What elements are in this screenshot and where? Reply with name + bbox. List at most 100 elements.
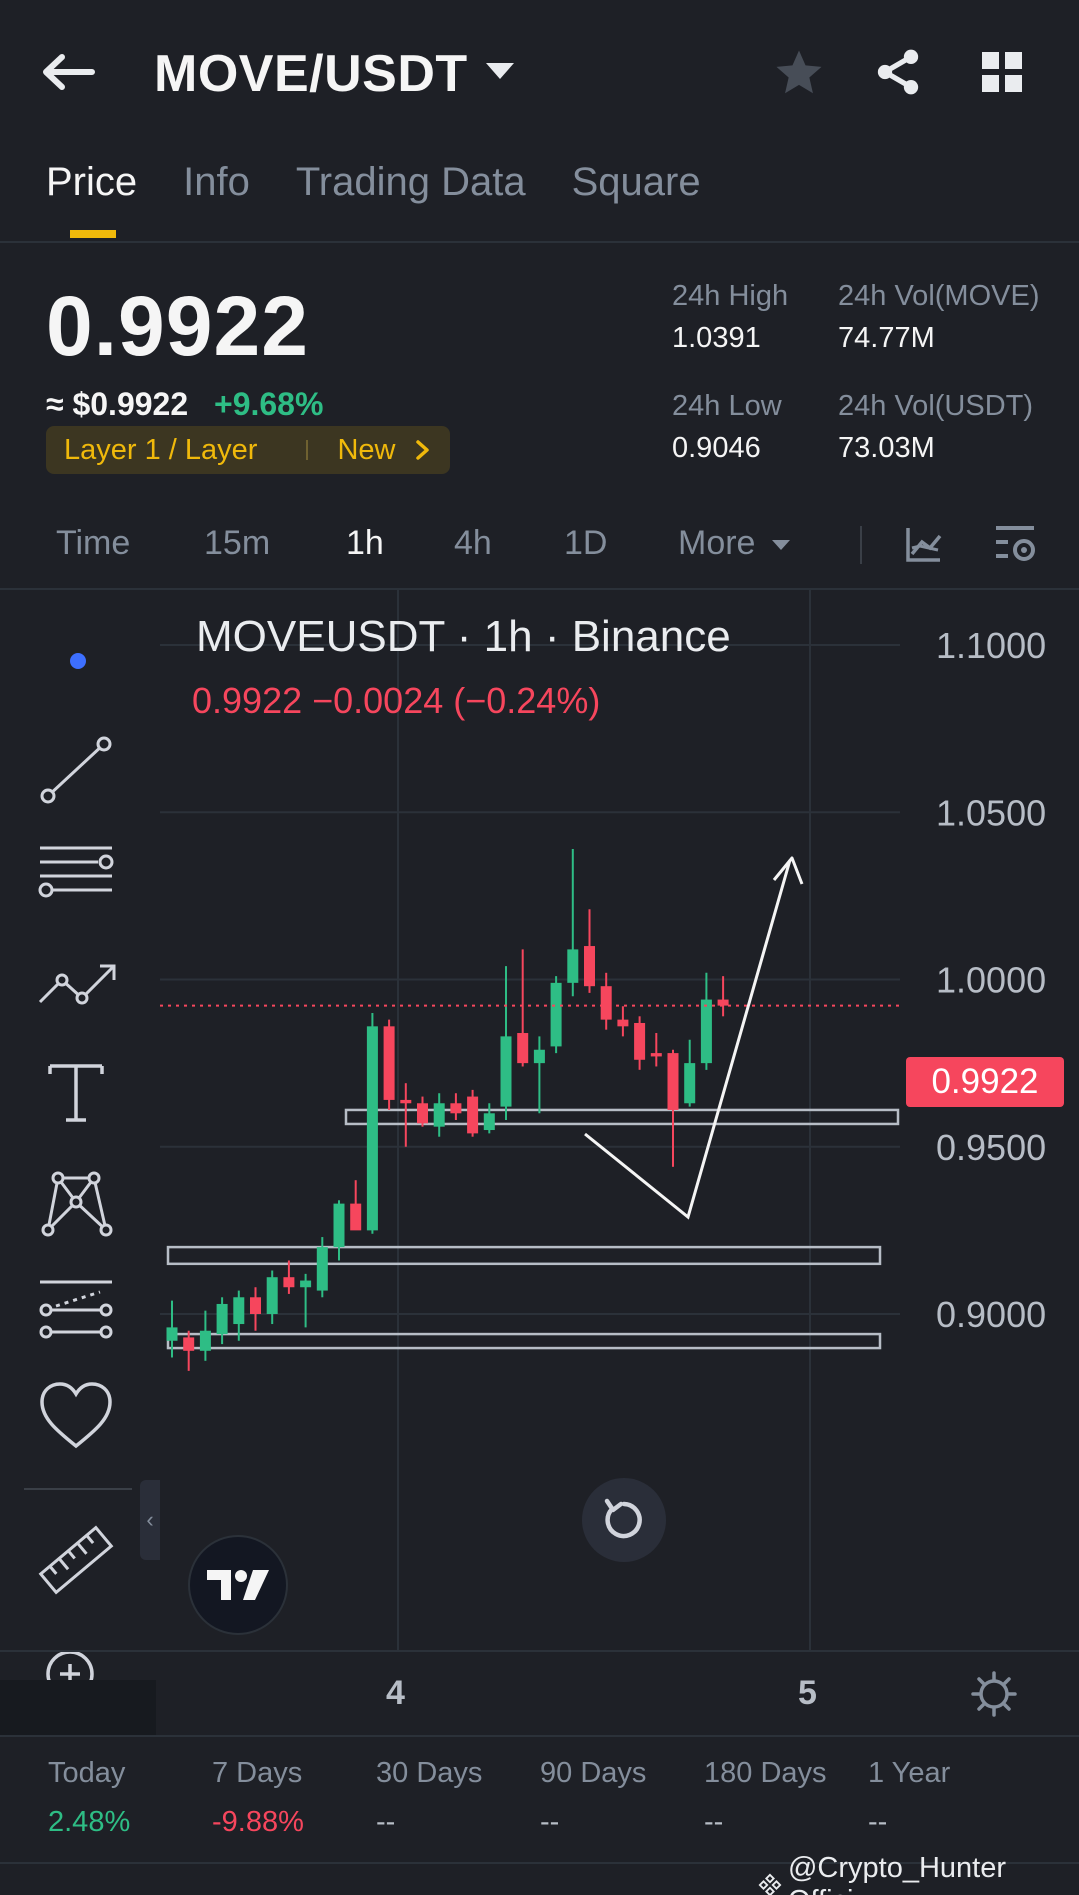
candle-body bbox=[500, 1036, 512, 1107]
candle-body bbox=[634, 1022, 646, 1060]
tab-info[interactable]: Info bbox=[183, 160, 250, 240]
chart-settings-icon[interactable] bbox=[994, 522, 1038, 566]
candle-body bbox=[233, 1297, 245, 1325]
low-value: 0.9046 bbox=[672, 432, 761, 464]
back-button[interactable] bbox=[40, 42, 110, 102]
high-value: 1.0391 bbox=[672, 322, 761, 354]
caret-down-icon bbox=[771, 540, 790, 551]
collapse-toolbar-button[interactable]: ‹ bbox=[140, 1480, 160, 1560]
high-label: 24h High bbox=[672, 280, 789, 312]
perf-value: -- bbox=[704, 1806, 724, 1838]
interval-4h[interactable]: 4h bbox=[454, 524, 492, 563]
date-label: 4 bbox=[386, 1674, 405, 1712]
interval-more[interactable]: More bbox=[678, 524, 791, 563]
star-icon[interactable] bbox=[772, 46, 826, 100]
caret-down-icon[interactable] bbox=[484, 60, 516, 82]
interval-1h[interactable]: 1h bbox=[346, 524, 384, 563]
last-price: 0.9922 bbox=[46, 279, 309, 373]
tab-trading-data[interactable]: Trading Data bbox=[296, 160, 526, 240]
pair-title[interactable]: MOVE/USDT bbox=[154, 44, 468, 104]
candle-body bbox=[316, 1247, 328, 1291]
tab-price[interactable]: Price bbox=[46, 160, 137, 240]
candle-body bbox=[650, 1053, 662, 1057]
divider bbox=[0, 241, 1079, 243]
candle-body bbox=[700, 999, 712, 1064]
toolbar-footer bbox=[0, 1680, 156, 1735]
perf-value: -- bbox=[540, 1806, 560, 1838]
approx-usd-price: ≈ $0.9922 bbox=[46, 386, 189, 422]
reset-chart-button[interactable] bbox=[582, 1478, 666, 1562]
candle-body bbox=[417, 1103, 428, 1124]
grid-menu-icon[interactable] bbox=[980, 50, 1024, 94]
candle-body bbox=[300, 1280, 312, 1288]
y-tick-label: 1.0000 bbox=[936, 960, 1046, 1001]
share-icon[interactable] bbox=[872, 46, 924, 98]
interval-divider bbox=[860, 526, 862, 564]
tradingview-logo[interactable] bbox=[188, 1535, 288, 1635]
section-tabs: Price Info Trading Data Square bbox=[46, 160, 701, 240]
candle-body bbox=[684, 1063, 696, 1104]
candle-body bbox=[283, 1277, 295, 1288]
candle-body bbox=[433, 1103, 445, 1127]
perf-value: 2.48% bbox=[48, 1806, 131, 1838]
candle-body bbox=[366, 1026, 378, 1231]
candle-body bbox=[199, 1330, 211, 1351]
candle-body bbox=[250, 1297, 261, 1314]
polyline-icon[interactable] bbox=[36, 946, 120, 1026]
horizontal-lines-icon[interactable] bbox=[36, 838, 116, 918]
low-label: 24h Low bbox=[672, 390, 782, 422]
vol-base-value: 74.77M bbox=[838, 322, 935, 354]
last-price-badge: 0.9922 bbox=[906, 1057, 1064, 1107]
candle-body bbox=[350, 1203, 362, 1231]
chevron-right-icon bbox=[416, 440, 430, 460]
candlestick-chart[interactable]: 1.1000 1.0500 1.0000 0.9500 0.9000 bbox=[160, 590, 1079, 1735]
tradingview-logo-icon bbox=[207, 1570, 269, 1600]
perf-label: 7 Days bbox=[212, 1757, 303, 1789]
candle-body bbox=[183, 1337, 195, 1351]
perf-value: -9.88% bbox=[212, 1806, 304, 1838]
interval-1d[interactable]: 1D bbox=[564, 524, 607, 563]
perf-value: -- bbox=[868, 1806, 888, 1838]
candle-body bbox=[717, 999, 729, 1006]
perf-label: 90 Days bbox=[540, 1757, 647, 1789]
candle-body bbox=[216, 1303, 228, 1335]
candle-body bbox=[166, 1327, 178, 1341]
candle-body bbox=[266, 1277, 278, 1314]
vol-quote-value: 73.03M bbox=[838, 432, 935, 464]
text-tool-icon[interactable] bbox=[36, 1054, 116, 1134]
watermark: @Crypto_Hunter Offici... bbox=[758, 1852, 1079, 1895]
ruler-icon[interactable] bbox=[36, 1520, 116, 1600]
tab-square[interactable]: Square bbox=[572, 160, 701, 240]
heart-icon[interactable] bbox=[36, 1376, 116, 1456]
indicator-icon[interactable] bbox=[904, 524, 944, 564]
arrow-left-icon bbox=[43, 54, 95, 90]
category-tag[interactable]: Layer 1 / Layer New bbox=[46, 426, 450, 474]
watermark-text: @Crypto_Hunter Offici... bbox=[787, 1852, 1006, 1895]
candle-body bbox=[333, 1203, 345, 1248]
candle-body bbox=[600, 986, 612, 1020]
candle-body bbox=[550, 982, 562, 1047]
candle-body bbox=[584, 946, 595, 987]
vol-base-label: 24h Vol(MOVE) bbox=[838, 280, 1040, 312]
gear-icon[interactable] bbox=[970, 1670, 1018, 1718]
trend-line-icon[interactable] bbox=[36, 730, 116, 810]
pattern-tool-icon[interactable] bbox=[36, 1162, 116, 1242]
category-tag-label: Layer 1 / Layer bbox=[64, 433, 258, 466]
perf-label: Today bbox=[48, 1757, 126, 1789]
candle-body bbox=[517, 1033, 529, 1064]
interval-15m[interactable]: 15m bbox=[204, 524, 270, 563]
support-zone bbox=[166, 1332, 882, 1350]
active-dot bbox=[70, 653, 86, 669]
candle-body bbox=[383, 1026, 395, 1100]
interval-time[interactable]: Time bbox=[56, 524, 130, 563]
chart-title: MOVEUSDT · 1h · Binance bbox=[196, 612, 731, 661]
forecast-tool-icon[interactable] bbox=[36, 1270, 116, 1350]
price-chart[interactable]: 1.1000 1.0500 1.0000 0.9500 0.9000 bbox=[160, 590, 1079, 1735]
perf-label: 1 Year bbox=[868, 1757, 951, 1789]
y-tick-label: 0.9500 bbox=[936, 1127, 1046, 1168]
candle-body bbox=[400, 1099, 412, 1104]
annotation-arrow bbox=[584, 859, 792, 1220]
drawing-toolbar bbox=[0, 590, 160, 1735]
perf-value: -- bbox=[376, 1806, 396, 1838]
y-tick-label: 0.9000 bbox=[936, 1294, 1046, 1335]
